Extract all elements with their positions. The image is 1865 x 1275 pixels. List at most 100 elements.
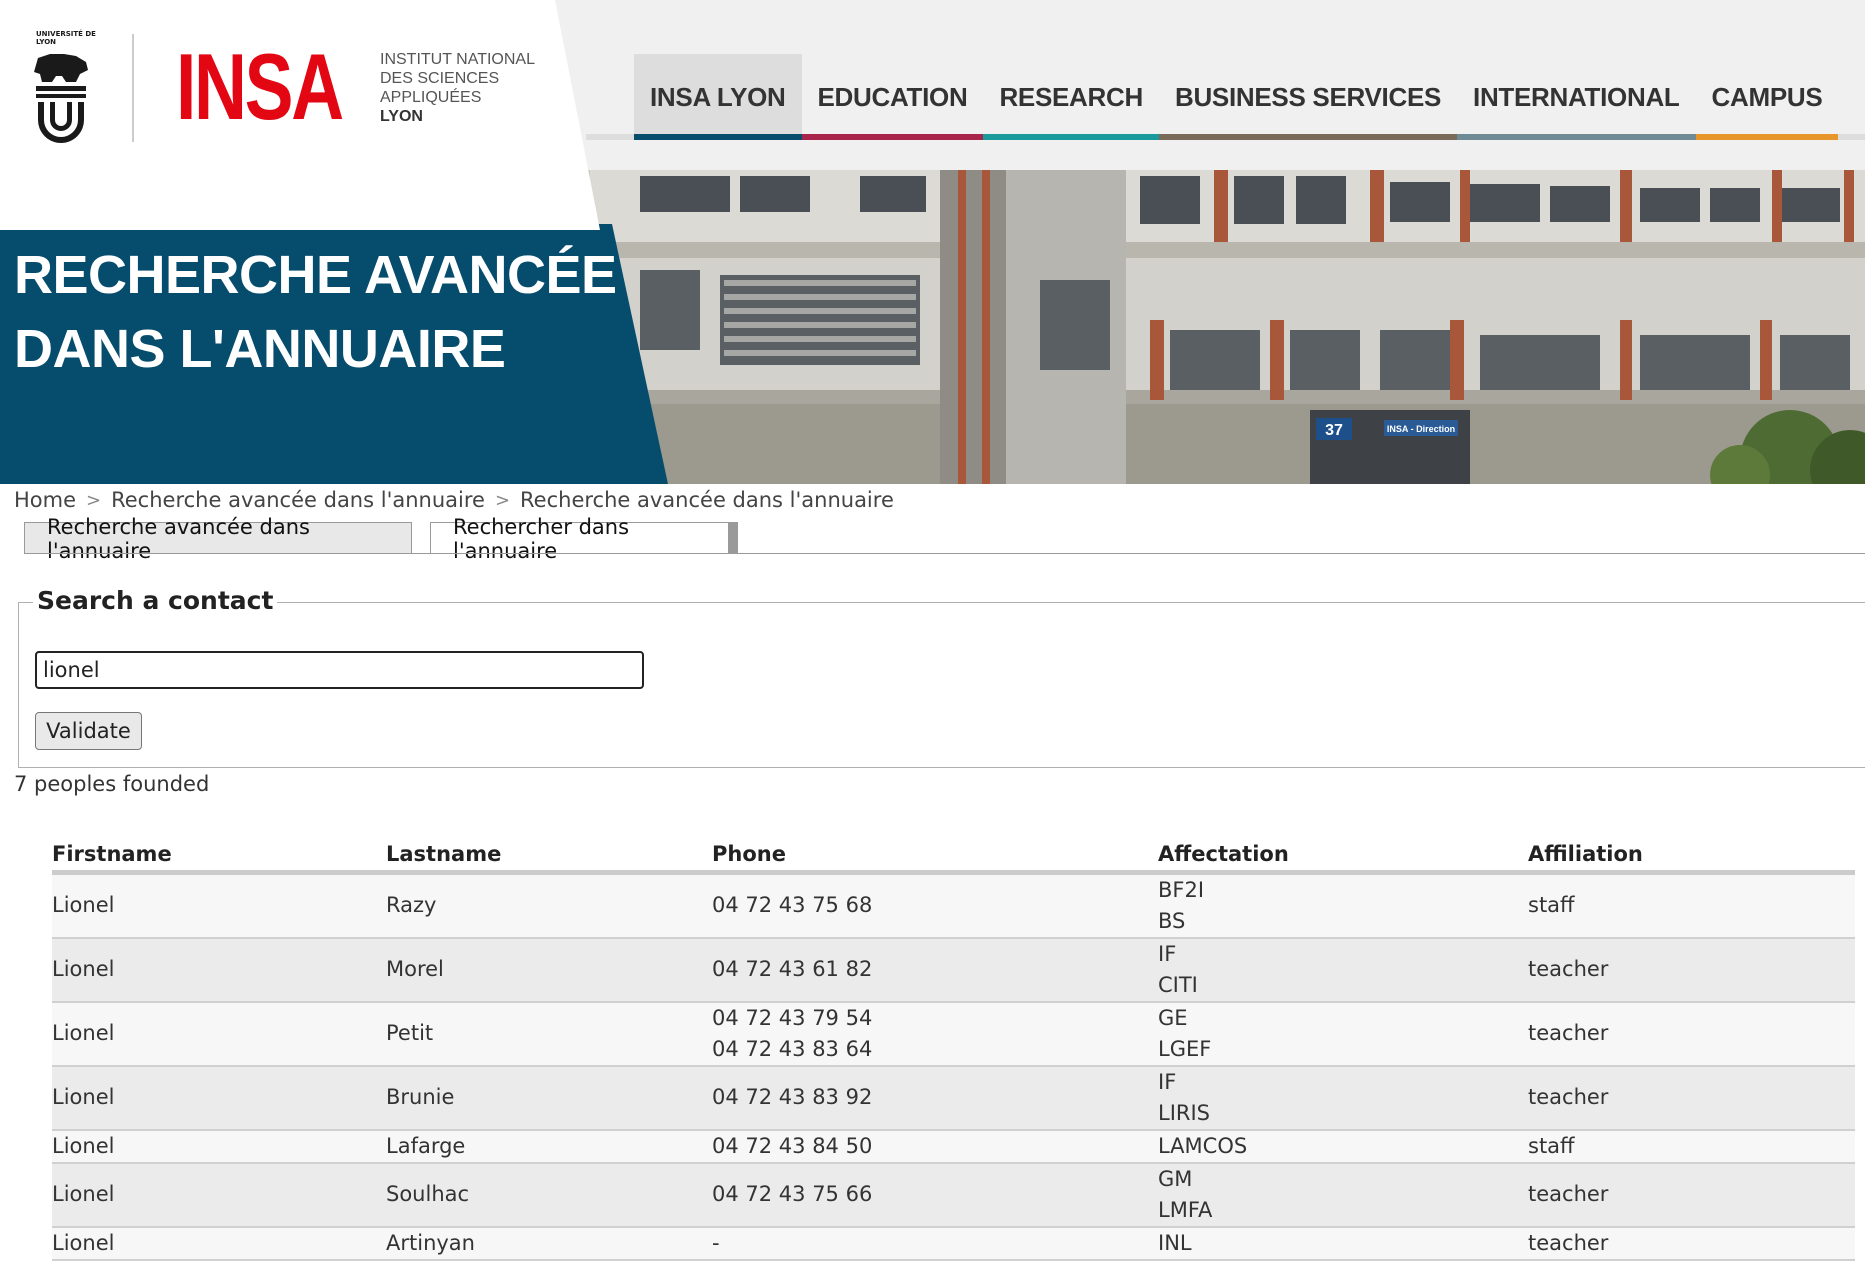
cell-firstname: Lionel <box>52 872 386 939</box>
search-contact-form: Search a contact Validate <box>18 586 1865 768</box>
cell-affectation: GE LGEF <box>1158 1001 1528 1067</box>
cell-lastname: Soulhac <box>386 1162 712 1228</box>
breadcrumb: Home > Recherche avancée dans l'annuaire… <box>14 486 894 514</box>
search-input[interactable] <box>35 651 644 689</box>
nav-color-bar <box>983 134 1159 140</box>
breadcrumb-separator-icon: > <box>494 489 511 511</box>
affectation-value: IF <box>1158 941 1177 966</box>
nav-color-bar <box>1695 134 1839 140</box>
cell-phone: 04 72 43 84 50 <box>712 1129 1158 1164</box>
column-header-phone: Phone <box>712 836 1158 875</box>
cell-phone: 04 72 43 75 66 <box>712 1162 1158 1228</box>
affectation-value: BF2I <box>1158 877 1205 902</box>
validate-button[interactable]: Validate <box>35 712 142 750</box>
column-header-affiliation: Affiliation <box>1528 836 1855 875</box>
nav-item-label: CAMPUS <box>1711 81 1823 112</box>
logo-divider <box>132 34 134 142</box>
nav-color-bar <box>634 134 802 140</box>
affectation-value: IF <box>1158 1069 1177 1094</box>
table-row: Lionel Soulhac 04 72 43 75 66 GM LMFA tea… <box>52 1162 1855 1228</box>
nav-item-insa-lyon[interactable]: INSA LYON <box>634 54 802 140</box>
table-row: Lionel Artinyan - INL teacher <box>52 1226 1855 1261</box>
cell-lastname: Morel <box>386 937 712 1003</box>
building-sign: INSA - Direction <box>1387 424 1455 434</box>
affectation-value: LAMCOS <box>1158 1133 1248 1158</box>
breadcrumb-current: Recherche avancée dans l'annuaire <box>520 488 894 512</box>
table-header-row: Firstname Lastname Phone Affectation Aff… <box>52 836 1855 875</box>
cell-affiliation: staff <box>1528 1129 1855 1164</box>
cell-firstname: Lionel <box>52 1001 386 1067</box>
cell-affiliation: teacher <box>1528 1065 1855 1131</box>
insa-subtitle-line: APPLIQUÉES <box>380 89 482 106</box>
nav-item-education[interactable]: EDUCATION <box>801 54 984 140</box>
cell-affectation: INL <box>1158 1226 1528 1261</box>
cell-lastname: Brunie <box>386 1065 712 1131</box>
cell-affectation: LAMCOS <box>1158 1129 1528 1164</box>
nav-item-international[interactable]: INTERNATIONAL <box>1457 54 1696 140</box>
breadcrumb-link[interactable]: Recherche avancée dans l'annuaire <box>111 488 485 512</box>
cell-phone: 04 72 43 61 82 <box>712 937 1158 1003</box>
affectation-value: CITI <box>1158 972 1198 997</box>
universite-de-lyon-text: UNIVERSITÉ DE LYON <box>36 30 96 46</box>
insa-subtitle-line: DES SCIENCES <box>380 70 500 87</box>
tab-directory-search[interactable]: Rechercher dans l'annuaire <box>430 515 738 563</box>
phone-value: 04 72 43 84 50 <box>712 1133 873 1158</box>
table-row: Lionel Morel 04 72 43 61 82 IF CITI teach… <box>52 937 1855 1003</box>
universite-de-lyon-logo[interactable]: UNIVERSITÉ DE LYON <box>30 30 96 145</box>
affectation-value: LGEF <box>1158 1036 1212 1061</box>
phone-value: 04 72 43 79 54 <box>712 1005 873 1030</box>
cell-affiliation: teacher <box>1528 1226 1855 1261</box>
column-header-firstname: Firstname <box>52 836 386 875</box>
cell-lastname: Artinyan <box>386 1226 712 1261</box>
logo-area: UNIVERSITÉ DE LYON INSA INSTITUT NATIONA… <box>0 0 600 230</box>
building-number: 37 <box>1325 422 1343 439</box>
result-count: 7 peoples founded <box>14 772 210 796</box>
affectation-value: INL <box>1158 1230 1192 1255</box>
site-header: UNIVERSITÉ DE LYON INSA INSTITUT NATIONA… <box>0 0 1865 230</box>
column-header-affectation: Affectation <box>1158 836 1528 875</box>
cell-affectation: BF2I BS <box>1158 872 1528 939</box>
page-title-line: RECHERCHE AVANCÉE <box>14 245 617 305</box>
table-row: Lionel Brunie 04 72 43 83 92 IF LIRIS tea… <box>52 1065 1855 1131</box>
table-row: Lionel Petit 04 72 43 79 54 04 72 43 83 6… <box>52 1001 1855 1067</box>
cell-firstname: Lionel <box>52 1162 386 1228</box>
nav-item-label: INTERNATIONAL <box>1473 81 1680 112</box>
cell-affiliation: teacher <box>1528 1001 1855 1067</box>
cell-affiliation: staff <box>1528 872 1855 939</box>
breadcrumb-separator-icon: > <box>86 489 102 511</box>
lion-emblem-icon <box>34 54 88 143</box>
insa-logo-subtitle: INSTITUT NATIONAL DES SCIENCES APPLIQUÉE… <box>380 50 535 126</box>
cell-firstname: Lionel <box>52 1226 386 1261</box>
cell-affiliation: teacher <box>1528 937 1855 1003</box>
tab-bar: Recherche avancée dans l'annuaire Recher… <box>24 515 738 563</box>
nav-item-label: EDUCATION <box>817 81 968 112</box>
insa-subtitle-line: INSTITUT NATIONAL <box>380 51 535 68</box>
cell-affectation: IF CITI <box>1158 937 1528 1003</box>
insa-logo[interactable]: INSA <box>176 40 344 134</box>
cell-lastname: Petit <box>386 1001 712 1067</box>
phone-value: - <box>712 1230 720 1255</box>
nav-item-label: RESEARCH <box>999 81 1143 112</box>
breadcrumb-home-link[interactable]: Home <box>14 488 76 512</box>
table-row: Lionel Lafarge 04 72 43 84 50 LAMCOS sta… <box>52 1129 1855 1164</box>
affectation-value: LMFA <box>1158 1197 1213 1222</box>
nav-item-campus[interactable]: CAMPUS <box>1695 54 1839 140</box>
phone-value: 04 72 43 83 64 <box>712 1036 873 1061</box>
nav-item-research[interactable]: RESEARCH <box>983 54 1159 140</box>
phone-value: 04 72 43 75 68 <box>712 893 873 917</box>
results-table: Firstname Lastname Phone Affectation Aff… <box>52 836 1855 1261</box>
affectation-value: GE <box>1158 1005 1188 1030</box>
cell-phone: - <box>712 1226 1158 1261</box>
column-header-lastname: Lastname <box>386 836 712 875</box>
affectation-value: BS <box>1158 908 1186 933</box>
search-legend: Search a contact <box>33 586 278 615</box>
nav-item-business-services[interactable]: BUSINESS SERVICES <box>1158 54 1458 140</box>
page-title: RECHERCHE AVANCÉE DANS L'ANNUAIRE <box>14 238 617 386</box>
nav-item-label: BUSINESS SERVICES <box>1174 81 1442 112</box>
nav-color-bar <box>1457 134 1696 140</box>
nav-color-bar <box>801 134 984 140</box>
cell-phone: 04 72 43 75 68 <box>712 872 1158 939</box>
cell-lastname: Lafarge <box>386 1129 712 1164</box>
page-title-line: DANS L'ANNUAIRE <box>14 319 506 379</box>
tab-advanced-search[interactable]: Recherche avancée dans l'annuaire <box>24 515 412 563</box>
